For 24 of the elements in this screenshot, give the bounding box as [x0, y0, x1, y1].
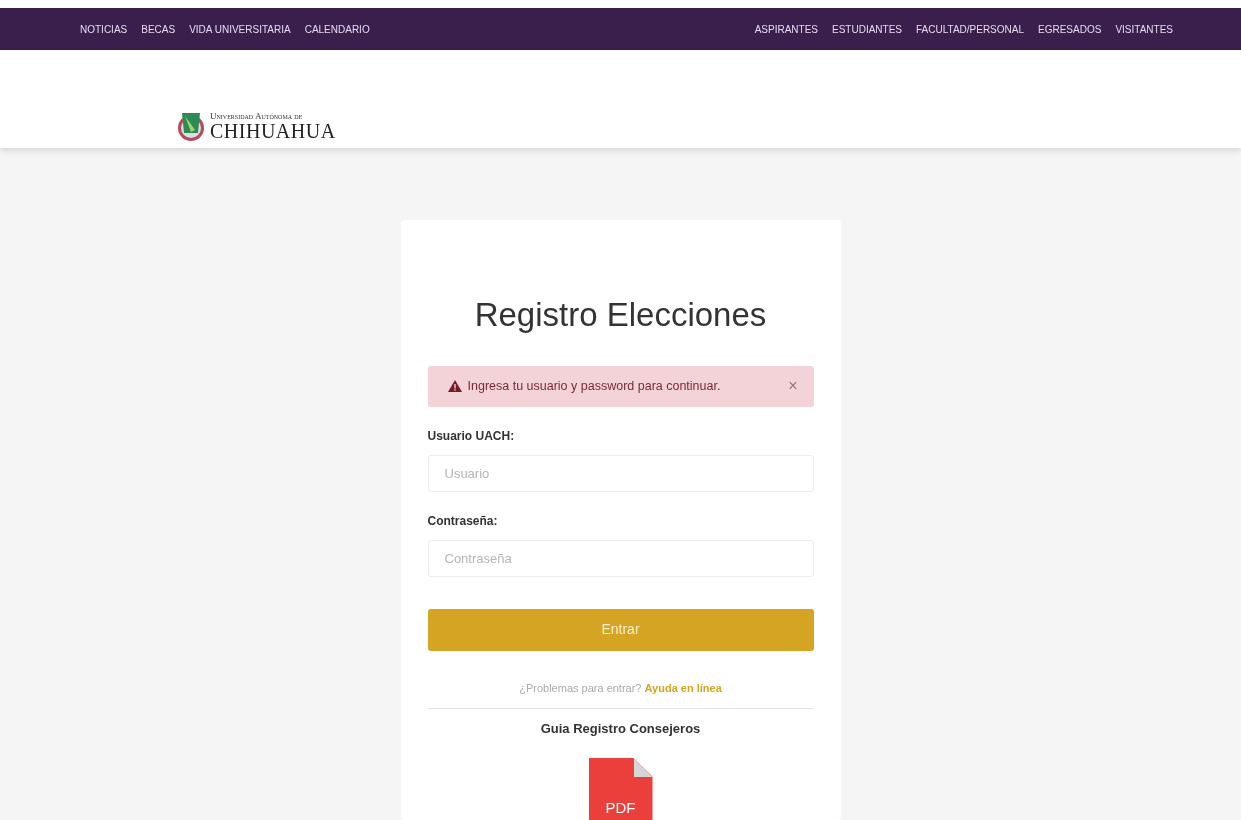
file-type-label: PDF: [605, 797, 636, 818]
nav-link[interactable]: FACULTAD/PERSONAL: [916, 21, 1025, 37]
field-label: Usuario UACH:: [427, 427, 516, 445]
nav-link[interactable]: NOTICIAS: [80, 21, 128, 37]
nav-link[interactable]: ASPIRANTES: [754, 21, 818, 37]
nav-link[interactable]: ESTUDIANTES: [832, 21, 903, 37]
nav-link[interactable]: BECAS: [141, 21, 176, 37]
nav-link[interactable]: VIDA UNIVERSITARIA: [189, 21, 291, 37]
input-field[interactable]: Contraseña: [427, 539, 814, 577]
warning-icon: [447, 380, 462, 393]
nav-link[interactable]: CALENDARIO: [304, 21, 370, 37]
field-label: Contraseña:: [427, 512, 499, 530]
form-title: Registro Elecciones: [473, 295, 768, 335]
input-field[interactable]: Usuario: [427, 454, 814, 492]
shield-emblem-icon: [176, 110, 206, 142]
help-text: ¿Problemas para entrar? Ayuda en línea: [518, 681, 723, 696]
nav-link[interactable]: EGRESADOS: [1038, 21, 1102, 37]
university-logo[interactable]: Universidad Autónoma de CHIHUAHUA: [176, 110, 336, 142]
nav-link[interactable]: VISITANTES: [1115, 21, 1173, 37]
pdf-file-icon[interactable]: PDF: [588, 758, 653, 820]
logo-subtitle: Universidad Autónoma de: [210, 111, 304, 121]
logo-title: CHIHUAHUA: [210, 120, 336, 141]
guide-title: Guia Registro Consejeros: [539, 719, 702, 738]
alert-message: Ingresa tu usuario y password para continuar.: [467, 377, 722, 395]
